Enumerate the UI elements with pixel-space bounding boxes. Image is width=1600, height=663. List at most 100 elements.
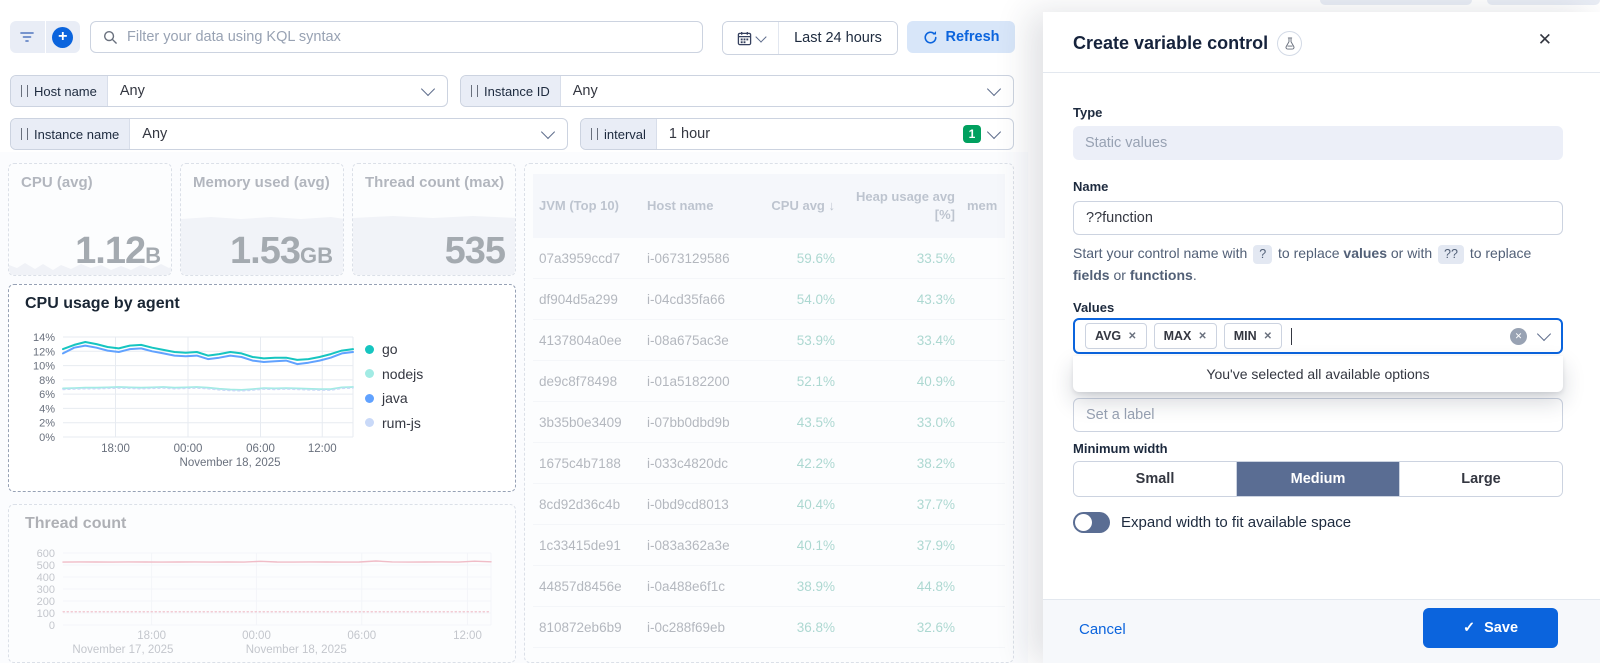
table-cell: 40.4% (753, 497, 841, 512)
expand-width-row: Expand width to fit available space (1073, 512, 1351, 533)
cancel-button[interactable]: Cancel (1073, 620, 1132, 639)
legend-item-java[interactable]: java (365, 386, 423, 411)
legend-dot (365, 345, 374, 354)
value-chip-max[interactable]: MAX✕ (1154, 323, 1217, 349)
control-label: Instance name (34, 127, 119, 142)
panel-cpu-usage-by-agent[interactable]: CPU usage by agent 0%2%4%6%8%10%12%14%18… (8, 284, 516, 492)
flyout-footer: Cancel ✓ Save (1043, 599, 1600, 663)
table-cell: 43.5% (753, 415, 841, 430)
drag-handle-icon (21, 128, 28, 140)
expand-width-toggle[interactable] (1073, 512, 1110, 533)
svg-text:200: 200 (37, 596, 55, 608)
svg-text:12%: 12% (33, 346, 55, 358)
label-input[interactable]: Set a label (1073, 398, 1563, 432)
remove-value-icon[interactable]: ✕ (1264, 331, 1272, 342)
save-button[interactable]: ✓ Save (1423, 608, 1558, 648)
flyout-header: Create variable control ✕ (1043, 12, 1600, 73)
table-cell: i-0bd9cd8013 (641, 497, 753, 512)
table-cell: 1675c4b7188 (533, 456, 641, 471)
check-icon: ✓ (1463, 620, 1475, 636)
metric-panel-memory-used: Memory used (avg) 1.53GB (180, 163, 344, 276)
table-row: 44857d8456ei-0a488e6f1c38.9%44.8% (533, 566, 1005, 607)
table-cell: 07a3959ccd7 (533, 251, 641, 266)
width-option-large[interactable]: Large (1399, 462, 1562, 496)
svg-text:4%: 4% (39, 403, 55, 415)
table-cell: df904d5a299 (533, 292, 641, 307)
control-instance-id[interactable]: Instance ID Any (460, 75, 1014, 107)
legend-item-rum-js[interactable]: rum-js (365, 411, 423, 436)
clear-all-icon[interactable]: ✕ (1510, 328, 1527, 345)
table-cell: i-08a675ac3e (641, 333, 753, 348)
legend-item-go[interactable]: go (365, 337, 423, 362)
control-instance-name[interactable]: Instance name Any (10, 118, 568, 150)
value-chip-avg[interactable]: AVG✕ (1085, 323, 1147, 349)
app: + Filter your data using KQL syntax Last… (0, 0, 1600, 663)
svg-text:600: 600 (37, 548, 55, 560)
drag-handle-icon (21, 85, 28, 97)
metric-title: Thread count (max) (365, 174, 504, 193)
metric-panel-thread-count: Thread count (max) 535 (352, 163, 516, 276)
flask-icon (1284, 37, 1296, 50)
panel-jvm-table: JVM (Top 10) Host name CPU avg ↓ Heap us… (524, 163, 1014, 663)
table-cell: 36.8% (753, 620, 841, 635)
partial-top-button[interactable] (1320, 0, 1472, 5)
control-host-name[interactable]: Host name Any (10, 75, 448, 107)
svg-text:14%: 14% (33, 332, 55, 344)
name-input[interactable]: ??function (1073, 201, 1563, 235)
table-cell: 8cd92d36c4b (533, 497, 641, 512)
remove-value-icon[interactable]: ✕ (1128, 331, 1136, 342)
values-combobox[interactable]: AVG✕ MAX✕ MIN✕ ✕ (1073, 318, 1563, 354)
flyout-title: Create variable control (1073, 31, 1302, 56)
table-row: 3b35b0e3409i-07bb0dbd9b43.5%33.0% (533, 402, 1005, 443)
partial-top-button[interactable] (1487, 0, 1600, 5)
width-option-small[interactable]: Small (1074, 462, 1236, 496)
svg-text:06:00: 06:00 (246, 443, 275, 455)
search-icon (103, 30, 118, 45)
control-interval[interactable]: interval 1 hour 1 (580, 118, 1014, 150)
table-cell: i-0a488e6f1c (641, 579, 753, 594)
chevron-down-icon (421, 82, 435, 96)
column-header-mem: mem (961, 197, 1005, 215)
add-control-button[interactable]: + (45, 21, 81, 53)
values-label: Values (1073, 300, 1114, 315)
table-cell: i-0c288f69eb (641, 620, 753, 635)
legend-item-nodejs[interactable]: nodejs (365, 362, 423, 387)
toggle-knob (1075, 514, 1092, 531)
svg-text:November 17, 2025: November 17, 2025 (72, 644, 173, 656)
column-header-host-name: Host name (641, 197, 753, 215)
filter-button-group: + (10, 21, 80, 53)
table-row: 8cd92d36c4bi-0bd9cd801340.4%37.7% (533, 484, 1005, 525)
type-input: Static values (1073, 126, 1563, 160)
filters-menu-button[interactable] (10, 21, 45, 53)
svg-text:8%: 8% (39, 375, 55, 387)
value-chip-min[interactable]: MIN✕ (1224, 323, 1282, 349)
table-cell: i-07bb0dbd9b (641, 415, 753, 430)
chevron-down-icon[interactable] (1537, 327, 1551, 341)
table-cell: 43.3% (841, 292, 961, 307)
svg-text:500: 500 (37, 560, 55, 572)
date-picker-button[interactable] (723, 22, 779, 54)
table-cell: 44857d8456e (533, 579, 641, 594)
svg-text:6%: 6% (39, 389, 55, 401)
svg-text:2%: 2% (39, 418, 55, 430)
width-option-medium[interactable]: Medium (1236, 462, 1399, 496)
table-cell: 33.0% (841, 415, 961, 430)
legend-dot (365, 418, 374, 427)
legend-dot (365, 394, 374, 403)
table-cell: i-04cd35fa66 (641, 292, 753, 307)
table-cell: i-083a362a3e (641, 538, 753, 553)
search-placeholder: Filter your data using KQL syntax (127, 29, 341, 45)
remove-value-icon[interactable]: ✕ (1198, 331, 1206, 342)
refresh-button[interactable]: Refresh (907, 21, 1015, 53)
expand-width-label: Expand width to fit available space (1121, 514, 1351, 531)
create-variable-control-flyout: Create variable control ✕ Type Static va… (1043, 12, 1600, 663)
drag-handle-icon (471, 85, 478, 97)
chevron-down-icon (987, 125, 1001, 139)
time-range-button[interactable]: Last 24 hours (779, 22, 897, 54)
svg-text:300: 300 (37, 584, 55, 596)
panel-title: CPU usage by agent (25, 295, 180, 313)
double-question-badge: ?? (1438, 245, 1464, 264)
close-icon[interactable]: ✕ (1532, 29, 1558, 51)
panel-title: Thread count (25, 515, 126, 533)
kql-search-input[interactable]: Filter your data using KQL syntax (90, 21, 703, 53)
